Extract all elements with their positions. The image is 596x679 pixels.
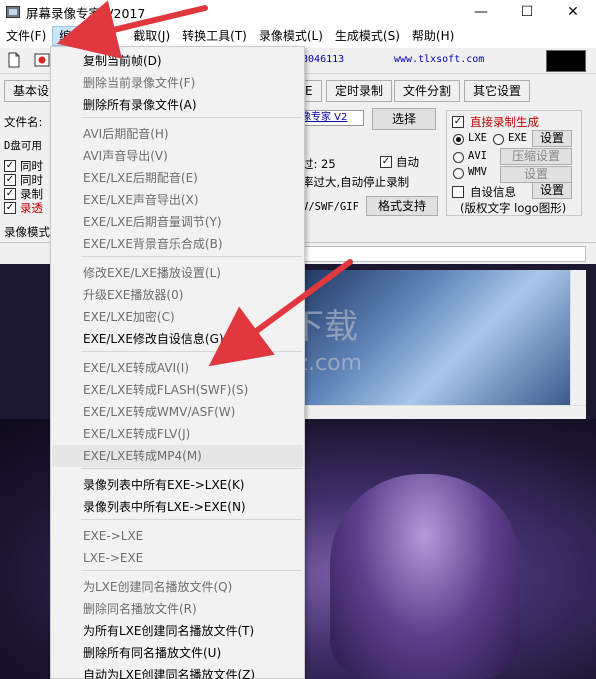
menu-separator — [81, 468, 302, 469]
filename-field[interactable]: 像专家 V2 — [300, 110, 364, 126]
website-link[interactable]: www.tlxsoft.com — [394, 54, 484, 65]
edit-menu-item[interactable]: EXE->LXE — [52, 525, 303, 547]
edit-menu-item[interactable]: EXE/LXE后期音量调节(Y) — [52, 211, 303, 233]
radio-exe-label: EXE — [508, 132, 527, 144]
menu-convert-tools[interactable]: 转换工具(T) — [176, 26, 253, 46]
custom-info-settings-button[interactable]: 设置 — [532, 182, 572, 199]
menu-capture[interactable]: 截取(J) — [127, 26, 176, 46]
auto-label: 自动 — [396, 155, 419, 169]
new-file-icon[interactable] — [6, 52, 22, 68]
direct-gen-checkbox[interactable]: ✓ — [452, 116, 464, 128]
check-2[interactable]: ✓ — [4, 174, 16, 186]
edit-menu-item[interactable]: 删除同名播放文件(R) — [52, 598, 303, 620]
edit-menu-item[interactable]: EXE/LXE修改自设信息(G) — [52, 328, 303, 350]
edit-menu-item[interactable]: EXE/LXE后期配音(E) — [52, 167, 303, 189]
radio-avi-label: AVI — [468, 150, 487, 162]
edit-menu-item[interactable]: EXE/LXE加密(C) — [52, 306, 303, 328]
preview-box — [546, 50, 586, 72]
auto-stop-label: 率过大,自动停止录制 — [302, 175, 410, 189]
progress-field — [300, 246, 586, 262]
edit-menu-item[interactable]: EXE/LXE转成AVI(I) — [52, 357, 303, 379]
character-figure — [330, 474, 520, 679]
check-3[interactable]: ✓ — [4, 188, 16, 200]
lxe-settings-button[interactable]: 设置 — [532, 130, 572, 147]
radio-lxe[interactable] — [453, 134, 464, 145]
direct-gen-label: 直接录制生成 — [470, 115, 539, 129]
check-4[interactable]: ✓ — [4, 202, 16, 214]
format-support-button[interactable]: 格式支持 — [366, 196, 438, 216]
edit-menu-item[interactable]: 录像列表中所有EXE->LXE(K) — [52, 474, 303, 496]
close-button[interactable]: ✕ — [550, 0, 596, 24]
edit-menu-item[interactable]: EXE/LXE转成MP4(M) — [52, 445, 303, 467]
custom-info-checkbox[interactable] — [452, 186, 464, 198]
menu-file[interactable]: 文件(F) — [0, 26, 52, 46]
radio-lxe-label: LXE — [468, 132, 487, 144]
edit-menu-item[interactable]: 为LXE创建同名播放文件(Q) — [52, 576, 303, 598]
edit-menu-item[interactable]: EXE/LXE转成WMV/ASF(W) — [52, 401, 303, 423]
edit-menu-item[interactable]: 自动为LXE创建同名播放文件(Z) — [52, 664, 303, 679]
menu-separator — [81, 351, 302, 352]
record-mode-label: 录像模式 — [4, 225, 50, 239]
edit-menu-item[interactable]: 修改EXE/LXE播放设置(L) — [52, 262, 303, 284]
tab-schedule[interactable]: 定时录制 — [326, 80, 393, 102]
copyright-label: (版权文字 logo图形) — [460, 201, 567, 215]
tab-split[interactable]: 文件分割 — [394, 80, 461, 102]
compress-settings-button[interactable]: 压缩设置 — [500, 148, 572, 165]
window-title: 屏幕录像专家 V2017 — [26, 5, 146, 21]
radio-wmv[interactable] — [453, 168, 464, 179]
minimize-button[interactable]: — — [458, 0, 504, 24]
edit-menu-item[interactable]: 删除所有录像文件(A) — [52, 94, 303, 116]
format-label: V/SWF/GIF — [302, 201, 359, 213]
edit-menu-item[interactable]: 复制当前帧(D) — [52, 50, 303, 72]
title-bar: 屏幕录像专家 V2017 — ☐ ✕ — [0, 0, 596, 24]
record-icon[interactable] — [34, 52, 50, 68]
menu-separator — [81, 117, 302, 118]
exceed-label: 过: 25 — [302, 157, 336, 171]
auto-checkbox[interactable]: ✓ — [380, 156, 392, 168]
menu-record-mode[interactable]: 录像模式(L) — [253, 26, 329, 46]
choose-button[interactable]: 选择 — [372, 108, 436, 130]
radio-avi[interactable] — [453, 152, 464, 163]
edit-menu-item[interactable]: 升级EXE播放器(0) — [52, 284, 303, 306]
edit-menu-item[interactable]: EXE/LXE转成FLASH(SWF)(S) — [52, 379, 303, 401]
edit-menu-item[interactable]: 为所有LXE创建同名播放文件(T) — [52, 620, 303, 642]
vertical-scrollbar[interactable] — [570, 270, 586, 405]
check-1[interactable]: ✓ — [4, 160, 16, 172]
edit-menu-item[interactable]: 录像列表中所有LXE->EXE(N) — [52, 496, 303, 518]
menu-separator — [81, 519, 302, 520]
app-icon — [6, 6, 20, 18]
menu-edit[interactable]: 编辑(E) — [52, 26, 108, 46]
menu-separator — [81, 256, 302, 257]
custom-info-label: 自设信息 — [470, 185, 516, 199]
edit-menu-dropdown: 复制当前帧(D) 删除当前录像文件(F) 删除所有录像文件(A) AVI后期配音(H)… — [50, 46, 305, 679]
edit-menu-item[interactable]: AVI后期配音(H) — [52, 123, 303, 145]
radio-wmv-label: WMV — [468, 166, 487, 178]
maximize-button[interactable]: ☐ — [504, 0, 550, 24]
edit-menu-item[interactable]: 删除所有同名播放文件(U) — [52, 642, 303, 664]
edit-menu-item[interactable]: LXE->EXE — [52, 547, 303, 569]
wmv-settings-button[interactable]: 设置 — [500, 166, 572, 183]
menu-separator — [81, 570, 302, 571]
edit-menu-item[interactable]: EXE/LXE声音导出(X) — [52, 189, 303, 211]
radio-exe[interactable] — [493, 134, 504, 145]
filename-label: 文件名: — [4, 115, 43, 129]
disk-free-label: D盘可用 — [4, 140, 42, 152]
horizontal-scrollbar[interactable] — [300, 405, 586, 419]
tab-other[interactable]: 其它设置 — [464, 80, 531, 102]
edit-menu-item[interactable]: 删除当前录像文件(F) — [52, 72, 303, 94]
edit-menu-item[interactable]: EXE/LXE背景音乐合成(B) — [52, 233, 303, 255]
check-4-label: 录透 — [20, 201, 43, 215]
menu-bar: 文件(F) 编辑(E) 截取(J) 转换工具(T) 录像模式(L) 生成模式(S… — [0, 26, 596, 46]
edit-menu-item[interactable]: EXE/LXE转成FLV(J) — [52, 423, 303, 445]
edit-menu-item[interactable]: AVI声音导出(V) — [52, 145, 303, 167]
menu-help[interactable]: 帮助(H) — [406, 26, 460, 46]
menu-generate-mode[interactable]: 生成模式(S) — [329, 26, 406, 46]
